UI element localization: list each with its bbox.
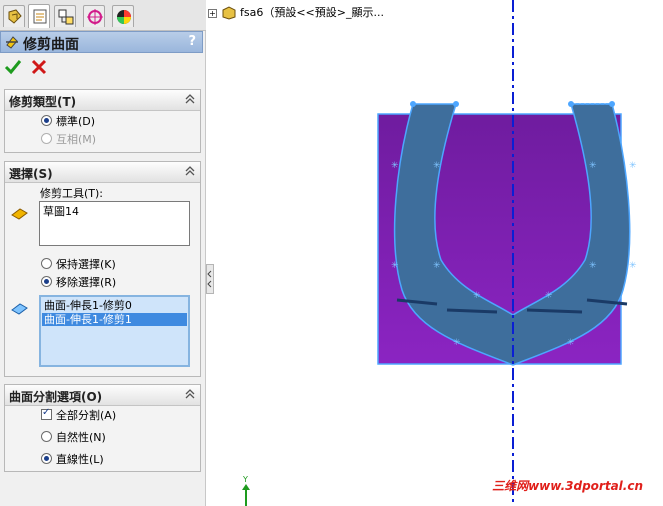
surface-split-header[interactable]: 曲面分割選項(O) bbox=[5, 385, 200, 406]
natural-radio[interactable] bbox=[41, 431, 52, 442]
selections-header[interactable]: 選擇(S) bbox=[5, 162, 200, 183]
svg-text:✳: ✳ bbox=[567, 338, 575, 348]
svg-text:✳: ✳ bbox=[589, 261, 597, 271]
trim-type-group: 修剪類型(T) 標準(D) 互相(M) bbox=[4, 89, 201, 153]
coordinate-triad-icon: Y bbox=[242, 475, 250, 506]
trim-tool-label: 修剪工具(T): bbox=[40, 187, 104, 200]
sketch-pick-icon bbox=[11, 208, 28, 220]
svg-text:✳: ✳ bbox=[391, 161, 399, 171]
remove-selections-label: 移除選擇(R) bbox=[56, 276, 117, 289]
collapse-chevron-icon[interactable] bbox=[185, 389, 195, 399]
manager-tab-bar bbox=[0, 0, 206, 31]
svg-text:Y: Y bbox=[242, 475, 248, 484]
configuration-manager-icon bbox=[58, 9, 74, 25]
help-button[interactable]: ? bbox=[188, 34, 196, 49]
trim-type-title: 修剪類型(T) bbox=[9, 95, 77, 109]
keep-selections-radio[interactable] bbox=[41, 258, 52, 269]
linear-label: 直線性(L) bbox=[56, 453, 104, 466]
property-manager-panel: 修剪曲面 ? 修剪類型(T) 標準(D) 互相(M) 選擇(S) 修剪工具(T)… bbox=[0, 0, 206, 506]
split-all-checkbox[interactable] bbox=[41, 407, 52, 420]
svg-text:✳: ✳ bbox=[473, 291, 481, 301]
trim-surface-icon bbox=[6, 36, 18, 49]
mutual-radio bbox=[41, 133, 52, 144]
surface-split-group: 曲面分割選項(O) 全部分割(A) 自然性(N) 直線性(L) bbox=[4, 384, 201, 472]
surface-split-title: 曲面分割選項(O) bbox=[9, 390, 103, 404]
svg-text:✳: ✳ bbox=[391, 261, 399, 271]
dimxpert-icon bbox=[87, 9, 103, 25]
svg-text:✳: ✳ bbox=[433, 261, 441, 271]
standard-radio[interactable] bbox=[41, 115, 52, 126]
trim-tool-field[interactable]: 草圖14 bbox=[39, 201, 190, 246]
trim-type-header[interactable]: 修剪類型(T) bbox=[5, 90, 200, 111]
feature-manager-tab[interactable] bbox=[3, 5, 25, 27]
svg-text:✳: ✳ bbox=[629, 261, 637, 271]
property-manager-tab[interactable] bbox=[28, 4, 50, 28]
graphics-viewport[interactable]: ✳ ✳ ✳ ✳ ✳ ✳ ✳ ✳ ✳ ✳ ✳ ✳ Y bbox=[207, 0, 663, 506]
natural-label: 自然性(N) bbox=[56, 431, 106, 444]
svg-text:✳: ✳ bbox=[629, 161, 637, 171]
standard-label: 標準(D) bbox=[56, 115, 96, 128]
svg-text:✳: ✳ bbox=[545, 291, 553, 301]
dimxpert-tab[interactable] bbox=[83, 5, 105, 27]
keep-selections-label: 保持選擇(K) bbox=[56, 258, 116, 271]
cancel-x-button[interactable] bbox=[30, 58, 48, 76]
site-watermark: 三维网www.3dportal.cn bbox=[492, 479, 643, 493]
list-item[interactable]: 曲面-伸長1-修剪0 bbox=[44, 299, 132, 312]
ok-checkmark-button[interactable] bbox=[4, 58, 22, 76]
mutual-label: 互相(M) bbox=[56, 133, 97, 146]
svg-text:✳: ✳ bbox=[453, 338, 461, 348]
face-pick-icon bbox=[11, 303, 28, 315]
display-manager-tab[interactable] bbox=[112, 5, 134, 27]
trim-tool-value: 草圖14 bbox=[43, 205, 79, 218]
panel-title-bar: 修剪曲面 ? bbox=[0, 31, 203, 53]
list-item-selected[interactable]: 曲面-伸長1-修剪1 bbox=[42, 313, 187, 326]
surface-selection-list[interactable]: 曲面-伸長1-修剪0 曲面-伸長1-修剪1 bbox=[39, 295, 190, 367]
display-manager-icon bbox=[117, 10, 131, 24]
collapse-chevron-icon[interactable] bbox=[185, 166, 195, 176]
configuration-manager-tab[interactable] bbox=[54, 5, 76, 27]
split-all-label: 全部分割(A) bbox=[56, 409, 117, 422]
panel-title: 修剪曲面 bbox=[23, 37, 79, 53]
remove-selections-radio[interactable] bbox=[41, 276, 52, 287]
svg-text:✳: ✳ bbox=[589, 161, 597, 171]
selections-title: 選擇(S) bbox=[9, 167, 53, 181]
feature-manager-icon bbox=[8, 9, 22, 24]
linear-radio[interactable] bbox=[41, 453, 52, 464]
property-manager-icon bbox=[33, 9, 47, 24]
svg-text:✳: ✳ bbox=[433, 161, 441, 171]
collapse-chevron-icon[interactable] bbox=[185, 94, 195, 104]
